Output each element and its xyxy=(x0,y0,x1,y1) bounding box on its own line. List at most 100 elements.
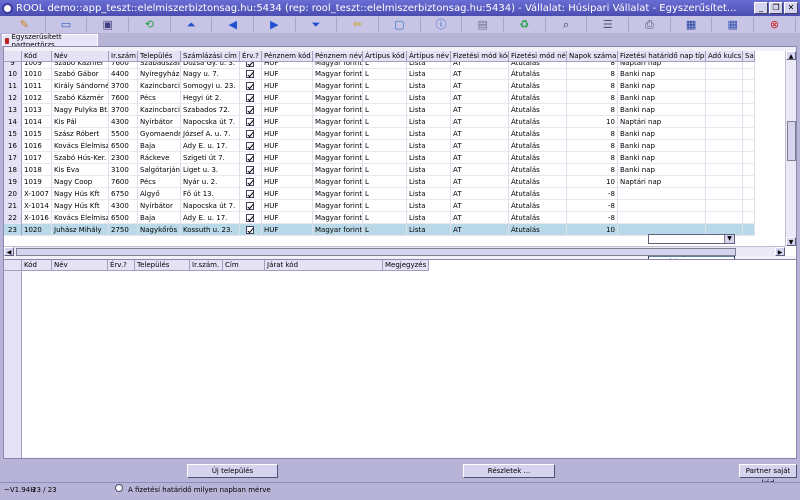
valid-checkbox-cell[interactable] xyxy=(240,116,262,128)
grid-cell[interactable]: 7600 xyxy=(109,92,138,104)
grid-cell[interactable]: Nagykőrös xyxy=(138,224,181,236)
grid-cell[interactable]: Magyar forint xyxy=(313,92,363,104)
row-number[interactable]: 11 xyxy=(4,80,22,92)
tab-partner-register[interactable]: Egyszerűsített partnertörzs xyxy=(2,33,98,49)
payment-day-type-combo[interactable]: ▼ xyxy=(648,234,735,244)
grid-cell[interactable]: Banki nap xyxy=(618,128,706,140)
grid-cell[interactable]: X-1007 xyxy=(22,188,52,200)
grid-cell[interactable]: Király Sándorné xyxy=(52,80,109,92)
grid-cell[interactable] xyxy=(743,152,755,164)
grid-cell[interactable]: 3700 xyxy=(109,104,138,116)
open-button[interactable]: ▭ xyxy=(46,17,88,32)
grid-cell[interactable] xyxy=(743,116,755,128)
minimize-button[interactable]: _ xyxy=(754,2,768,14)
column-header[interactable]: Megjegyzés xyxy=(383,260,429,271)
row-number[interactable]: 14 xyxy=(4,116,22,128)
partner-own-code-button[interactable]: Partner saját kód xyxy=(739,464,797,487)
grid-cell[interactable]: Magyar forint xyxy=(313,140,363,152)
grid-cell[interactable]: 1010 xyxy=(22,68,52,80)
checkbox-checked-icon[interactable] xyxy=(246,70,254,78)
grid-cell[interactable]: 1018 xyxy=(22,164,52,176)
grid-cell[interactable] xyxy=(743,212,755,224)
scroll-down-icon[interactable]: ▼ xyxy=(786,237,796,246)
row-number-header[interactable] xyxy=(4,51,22,62)
grid-cell[interactable]: Kovács Élelmiszer Kft. xyxy=(52,212,109,224)
valid-checkbox-cell[interactable] xyxy=(240,140,262,152)
grid-cell[interactable]: Salgótarján xyxy=(138,164,181,176)
grid-cell[interactable]: Magyar forint xyxy=(313,200,363,212)
grid-cell[interactable]: HUF xyxy=(262,92,313,104)
valid-checkbox-cell[interactable] xyxy=(240,200,262,212)
grid-cell[interactable]: HUF xyxy=(262,188,313,200)
valid-checkbox-cell[interactable] xyxy=(240,128,262,140)
checkbox-checked-icon[interactable] xyxy=(246,166,254,174)
grid-cell[interactable] xyxy=(743,80,755,92)
grid-cell[interactable]: Banki nap xyxy=(618,68,706,80)
grid-cell[interactable]: Lista xyxy=(407,128,451,140)
grid-cell[interactable]: Átutalás xyxy=(509,200,567,212)
column-header[interactable]: Járat kód xyxy=(265,260,383,271)
valid-checkbox-cell[interactable] xyxy=(240,80,262,92)
valid-checkbox-cell[interactable] xyxy=(240,188,262,200)
grid-cell[interactable]: Átutalás xyxy=(509,212,567,224)
grid-cell[interactable]: L xyxy=(363,164,407,176)
grid-cell[interactable]: József A. u. 7. xyxy=(181,128,240,140)
grid-cell[interactable]: 8 xyxy=(567,128,618,140)
print-button[interactable]: ⎙ xyxy=(629,17,671,32)
grid-cell[interactable]: L xyxy=(363,116,407,128)
grid-cell[interactable]: Lista xyxy=(407,68,451,80)
grid-cell[interactable]: Magyar forint xyxy=(313,80,363,92)
grid-cell[interactable] xyxy=(706,68,743,80)
grid-cell[interactable]: Banki nap xyxy=(618,104,706,116)
grid-cell[interactable]: 1014 xyxy=(22,116,52,128)
grid-cell[interactable]: Magyar forint xyxy=(313,176,363,188)
grid-cell[interactable]: HUF xyxy=(262,200,313,212)
grid-cell[interactable]: L xyxy=(363,176,407,188)
grid-cell[interactable]: 6750 xyxy=(109,188,138,200)
row-number[interactable]: 15 xyxy=(4,128,22,140)
checkbox-checked-icon[interactable] xyxy=(246,202,254,210)
column-header[interactable]: Cím xyxy=(223,260,265,271)
grid-cell[interactable]: Magyar forint xyxy=(313,104,363,116)
column-header[interactable]: Ir.szám. xyxy=(190,260,223,271)
grid-cell[interactable]: Lista xyxy=(407,140,451,152)
checkbox-checked-icon[interactable] xyxy=(246,106,254,114)
grid-cell[interactable]: 10 xyxy=(567,176,618,188)
column-header[interactable]: Érv.? xyxy=(240,51,262,62)
grid-cell[interactable]: -8 xyxy=(567,188,618,200)
refresh-button[interactable]: ⟲ xyxy=(129,17,171,32)
grid-cell[interactable]: Ráckeve xyxy=(138,152,181,164)
column-header[interactable]: Ártípus kód xyxy=(363,51,407,62)
horizontal-scroll-thumb[interactable] xyxy=(16,248,736,256)
form-button[interactable]: ▤ xyxy=(462,17,505,32)
new-window-button[interactable]: ▢ xyxy=(379,17,421,32)
valid-checkbox-cell[interactable] xyxy=(240,212,262,224)
grid-cell[interactable]: Átutalás xyxy=(509,188,567,200)
exit-button[interactable]: ⊗ xyxy=(754,17,796,32)
grid-cell[interactable]: 4300 xyxy=(109,200,138,212)
grid-cell[interactable] xyxy=(618,188,706,200)
grid-cell[interactable] xyxy=(706,116,743,128)
list-button[interactable]: ☰ xyxy=(587,17,630,32)
grid-cell[interactable]: Lista xyxy=(407,116,451,128)
grid-cell[interactable]: Magyar forint xyxy=(313,188,363,200)
grid-cell[interactable] xyxy=(706,164,743,176)
grid-cell[interactable]: AT xyxy=(451,104,509,116)
grid-cell[interactable]: 1017 xyxy=(22,152,52,164)
grid-cell[interactable] xyxy=(706,200,743,212)
grid-cell[interactable]: 8 xyxy=(567,104,618,116)
scroll-left-icon[interactable]: ◀ xyxy=(4,247,14,256)
grid-cell[interactable] xyxy=(706,140,743,152)
grid-cell[interactable]: Lista xyxy=(407,188,451,200)
grid-cell[interactable]: Nyírbátor xyxy=(138,200,181,212)
valid-checkbox-cell[interactable] xyxy=(240,152,262,164)
column-header[interactable]: Település xyxy=(138,51,181,62)
grid-cell[interactable]: L xyxy=(363,140,407,152)
grid-cell[interactable]: 5500 xyxy=(109,128,138,140)
grid-cell[interactable]: 8 xyxy=(567,152,618,164)
grid-cell[interactable]: Kovács Élelmiszer Kft. xyxy=(52,140,109,152)
status-radio[interactable] xyxy=(115,484,123,492)
grid-cell[interactable]: X-1016 xyxy=(22,212,52,224)
grid-cell[interactable]: 3700 xyxy=(109,80,138,92)
pencil-button[interactable]: ✏ xyxy=(337,17,380,32)
